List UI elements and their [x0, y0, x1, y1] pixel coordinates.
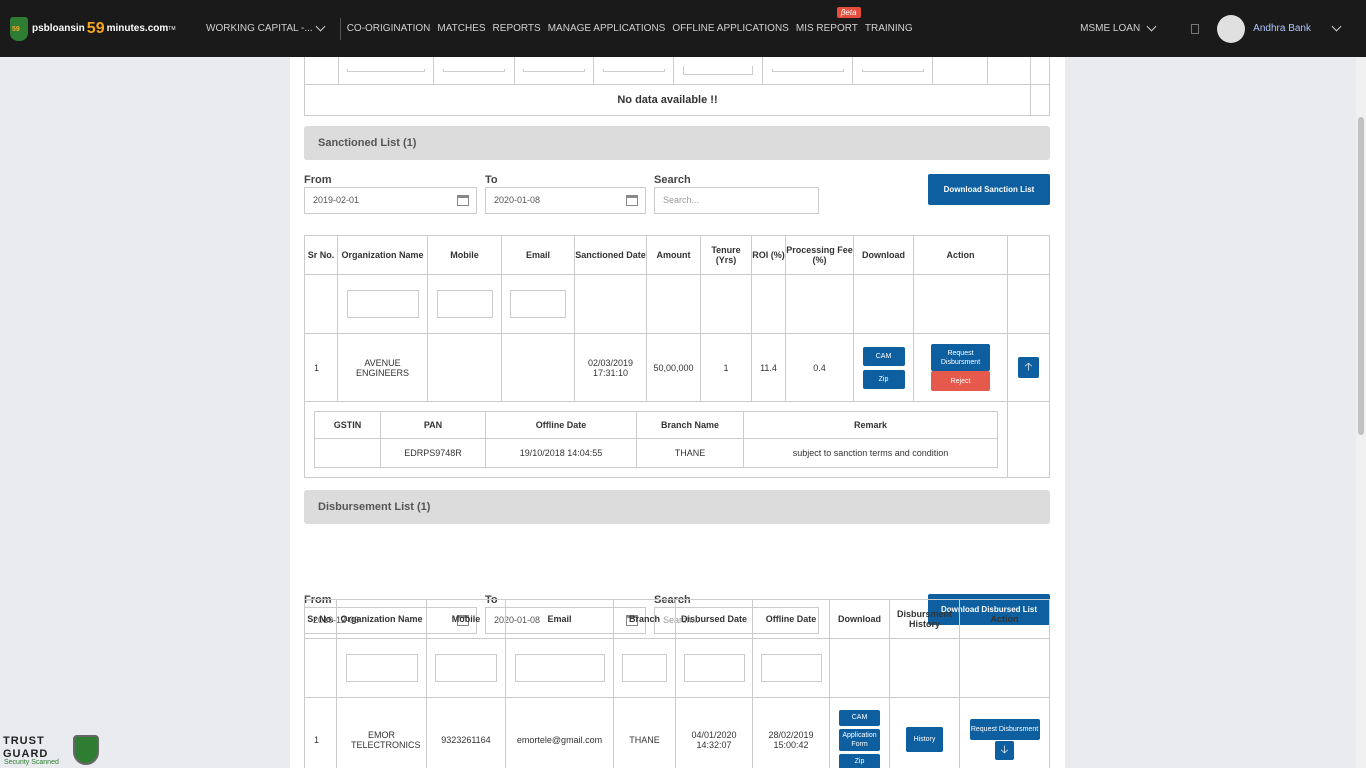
- site-logo[interactable]: 59 psbloansin 59 minutes.com TM: [10, 16, 200, 41]
- table-row: 1 EMOR TELECTRONICS 9323261164 emortele@…: [304, 697, 1050, 768]
- sanctioned-table: Sr No. Organization Name Mobile Email Sa…: [304, 235, 1050, 478]
- branch-filter-input[interactable]: [622, 654, 667, 682]
- arrow-down-icon[interactable]: 🡣: [995, 741, 1014, 760]
- sanctioned-filters: From 2019-02-01 To 2020-01-08 Search Sea…: [304, 173, 1050, 229]
- avatar[interactable]: [1217, 14, 1246, 43]
- org-filter-input[interactable]: [345, 654, 418, 682]
- reject-button[interactable]: Reject: [931, 371, 990, 391]
- nav-manage-applications[interactable]: MANAGE APPLICATIONS: [548, 23, 666, 34]
- sanction-detail-table: GSTIN PAN Offline Date Branch Name Remar…: [314, 411, 998, 468]
- msme-loan-dropdown[interactable]: MSME LOAN: [1080, 21, 1157, 34]
- email-filter-input[interactable]: [514, 654, 605, 682]
- nav-mis-report[interactable]: MIS REPORT βeta: [796, 7, 861, 34]
- search-label: Search: [654, 174, 691, 186]
- disbursed-date-filter-input[interactable]: [683, 654, 745, 682]
- email-filter-input[interactable]: [510, 290, 566, 318]
- mobile-filter-input[interactable]: [435, 654, 497, 682]
- nav-divider: [339, 17, 341, 40]
- nav-training[interactable]: TRAINING: [865, 23, 913, 34]
- main-nav: WORKING CAPITAL -... CO-ORIGINATION MATC…: [200, 7, 920, 40]
- org-filter-input[interactable]: [346, 290, 419, 318]
- filter-input[interactable]: [602, 68, 665, 72]
- offline-date-filter-input[interactable]: [760, 654, 822, 682]
- from-date-input[interactable]: 2019-02-01: [304, 187, 477, 214]
- logo-badge-icon: 59: [10, 16, 28, 41]
- nav-offline-applications[interactable]: OFFLINE APPLICATIONS: [672, 23, 789, 34]
- application-form-button[interactable]: Application Form: [839, 728, 880, 751]
- zip-button[interactable]: Zip: [862, 369, 905, 389]
- working-capital-dropdown[interactable]: WORKING CAPITAL -...: [206, 21, 326, 34]
- beta-badge: βeta: [836, 7, 861, 18]
- top-navbar: 59 psbloansin 59 minutes.com TM WORKING …: [0, 0, 1366, 57]
- bank-name[interactable]: Andhra Bank: [1253, 23, 1311, 34]
- request-disbursment-button[interactable]: Request Disbursment: [969, 719, 1040, 740]
- filter-input[interactable]: [523, 68, 585, 72]
- nav-co-origination[interactable]: CO-ORIGINATION: [347, 23, 431, 34]
- calendar-icon[interactable]: [457, 195, 469, 206]
- filter-input[interactable]: [347, 68, 425, 72]
- to-date-input[interactable]: 2020-01-08: [485, 187, 646, 214]
- shield-icon: [73, 735, 99, 765]
- to-label: To: [485, 174, 498, 186]
- no-data-message: No data available !!: [304, 83, 1031, 116]
- filter-input[interactable]: [443, 68, 505, 72]
- chevron-down-icon[interactable]: [1331, 21, 1342, 32]
- chevron-down-icon: [315, 21, 326, 32]
- previous-table: No data available !!: [304, 57, 1050, 116]
- main-content: No data available !! Sanctioned List (1)…: [290, 57, 1065, 768]
- history-button[interactable]: History: [906, 727, 943, 752]
- cam-button[interactable]: CAM: [839, 709, 880, 726]
- zip-button[interactable]: Zip: [839, 753, 880, 768]
- chevron-down-icon: [1146, 21, 1157, 32]
- arrow-up-icon[interactable]: 🡡: [1018, 357, 1039, 378]
- mobile-filter-input[interactable]: [436, 290, 493, 318]
- download-sanction-list-button[interactable]: Download Sanction List: [928, 174, 1050, 205]
- search-input[interactable]: Search...: [654, 187, 819, 214]
- calendar-icon[interactable]: [626, 195, 638, 206]
- filter-input[interactable]: [861, 68, 924, 72]
- from-label: From: [304, 174, 332, 186]
- filter-input[interactable]: [771, 68, 844, 72]
- nav-matches[interactable]: MATCHES: [437, 23, 485, 34]
- trustguard-badge[interactable]: TRUST GUARD Security Scanned: [0, 733, 105, 768]
- cam-button[interactable]: CAM: [862, 346, 905, 366]
- sanctioned-section-header: Sanctioned List (1): [304, 126, 1050, 160]
- document-icon[interactable]: [1191, 23, 1200, 34]
- request-disbursment-button[interactable]: Request Disbursment: [931, 344, 990, 371]
- nav-reports[interactable]: REPORTS: [493, 23, 541, 34]
- table-row: 1 AVENUE ENGINEERS 02/03/2019 17:31:10 5…: [304, 333, 1050, 402]
- vertical-scrollbar[interactable]: [1356, 57, 1366, 768]
- scrollbar-thumb[interactable]: [1358, 117, 1364, 435]
- disbursement-table: Sr No. Organization Name Mobile Email Br…: [304, 599, 1050, 768]
- disbursement-section-header: Disbursement List (1): [304, 490, 1050, 524]
- filter-input[interactable]: [683, 65, 753, 75]
